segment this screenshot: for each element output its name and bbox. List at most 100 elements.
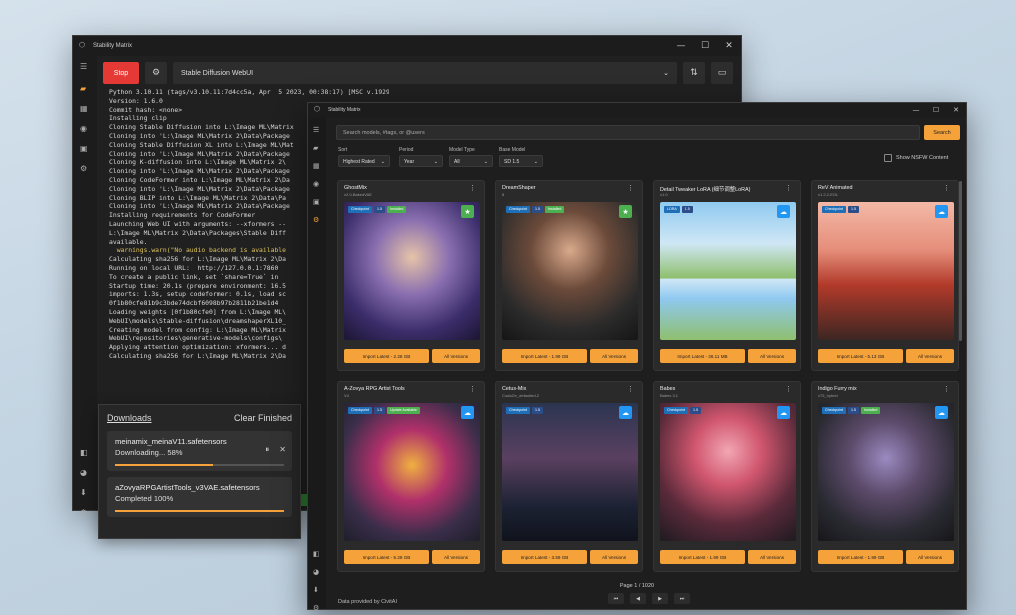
close-icon[interactable]: ✕ xyxy=(946,106,966,114)
cloud-download-icon[interactable]: ☁ xyxy=(777,406,790,419)
launch-options-gear-icon[interactable]: ⚙ xyxy=(145,62,167,84)
model-preview-image[interactable] xyxy=(344,202,480,340)
all-versions-button[interactable]: All Versions xyxy=(748,349,796,363)
model-tag: Installed xyxy=(544,206,565,213)
model-preview-image[interactable] xyxy=(660,202,796,340)
filter-value: SD 1.5 xyxy=(504,159,520,165)
maximize-icon[interactable]: ☐ xyxy=(926,106,946,114)
sidebar-item-settings-gear-icon[interactable]: ⚙ xyxy=(80,164,87,174)
pause-icon[interactable]: ⏸ xyxy=(265,445,269,455)
cloud-download-icon[interactable]: ☁ xyxy=(461,406,474,419)
more-options-icon[interactable]: ⋮ xyxy=(785,184,792,192)
first-page-button[interactable]: ⏮ xyxy=(608,593,624,604)
hamburger-menu-icon[interactable]: ☰ xyxy=(80,62,87,72)
nsfw-checkbox[interactable] xyxy=(884,154,892,162)
model-card[interactable]: ReV Animated v1.2.2-EOL ⋮ Checkpoint 1.5 … xyxy=(811,180,959,371)
cancel-download-icon[interactable]: ✕ xyxy=(279,445,286,455)
all-versions-button[interactable]: All Versions xyxy=(906,550,954,564)
base-model-filter[interactable]: Base Model SD 1.5 ⌄ xyxy=(499,147,543,167)
sidebar-item-launch[interactable]: ▰ xyxy=(80,84,86,94)
model-preview-image[interactable] xyxy=(660,403,796,541)
more-options-icon[interactable]: ⋮ xyxy=(469,385,476,393)
discord-icon[interactable]: ◕ xyxy=(313,567,319,577)
all-versions-button[interactable]: All Versions xyxy=(432,349,480,363)
more-options-icon[interactable]: ⋮ xyxy=(785,385,792,393)
search-input[interactable]: Search models, #tags, or @users xyxy=(336,125,920,140)
all-versions-button[interactable]: All Versions xyxy=(432,550,480,564)
cloud-download-icon[interactable]: ☁ xyxy=(777,205,790,218)
import-latest-button[interactable]: Import Latest - 3.59 GB xyxy=(502,550,587,564)
sidebar-item-model-browser[interactable]: ▣ xyxy=(80,144,88,154)
download-item: aZovyaRPGArtistTools_v3VAE.safetensors C… xyxy=(107,477,292,517)
all-versions-button[interactable]: All Versions xyxy=(906,349,954,363)
import-latest-button[interactable]: Import Latest - 1.99 GB xyxy=(818,550,903,564)
cloud-download-icon[interactable]: ☁ xyxy=(935,205,948,218)
import-latest-button[interactable]: Import Latest - 2.28 GB xyxy=(344,349,429,363)
package-select[interactable]: Stable Diffusion WebUI ⌄ xyxy=(173,62,677,84)
nsfw-toggle[interactable]: Show NSFW Content xyxy=(884,154,948,162)
model-preview-image[interactable] xyxy=(344,403,480,541)
prev-page-button[interactable]: ◀ xyxy=(630,593,646,604)
more-options-icon[interactable]: ⋮ xyxy=(943,184,950,192)
cloud-download-icon[interactable]: ☁ xyxy=(619,406,632,419)
settings-gear-icon[interactable]: ⚙ xyxy=(80,508,87,518)
import-latest-button[interactable]: Import Latest - 1.99 GB xyxy=(660,550,745,564)
search-button[interactable]: Search xyxy=(924,125,960,140)
sidebar-item-settings-gear-icon[interactable]: ⚙ xyxy=(313,215,319,225)
patreon-icon[interactable]: ◧ xyxy=(80,448,88,458)
model-version: v1.0 xyxy=(660,192,668,197)
discord-icon[interactable]: ◕ xyxy=(80,468,87,478)
model-card[interactable]: Indigo Furry mix v75_hybrid ⋮ Checkpoint… xyxy=(811,381,959,572)
settings-gear-icon[interactable]: ⚙ xyxy=(313,603,319,613)
model-card[interactable]: DreamShaper 8 ⋮ Checkpoint 1.5 Installed ★… xyxy=(495,180,643,371)
all-versions-button[interactable]: All Versions xyxy=(590,349,638,363)
minimize-icon[interactable]: — xyxy=(669,41,693,51)
model-card[interactable]: A-Zovya RPG Artist Tools V4 ⋮ Checkpoint… xyxy=(337,381,485,572)
sidebar-item-launch[interactable]: ▰ xyxy=(313,143,318,153)
download-icon[interactable]: ⬇ xyxy=(80,488,87,498)
more-options-icon[interactable]: ⋮ xyxy=(469,184,476,192)
import-latest-button[interactable]: Import Latest - 5.28 GB xyxy=(344,550,429,564)
scrollbar[interactable] xyxy=(959,181,962,341)
model-preview-image[interactable] xyxy=(818,403,954,541)
stop-button[interactable]: Stop xyxy=(103,62,139,84)
period-filter[interactable]: Period Year ⌄ xyxy=(399,147,443,167)
sidebar-item-checkpoints[interactable]: ◉ xyxy=(313,179,319,189)
clear-finished-button[interactable]: Clear Finished xyxy=(234,413,292,423)
minimize-icon[interactable]: — xyxy=(906,106,926,114)
model-preview-image[interactable] xyxy=(502,403,638,541)
all-versions-button[interactable]: All Versions xyxy=(590,550,638,564)
open-webui-icon[interactable]: ▭ xyxy=(711,62,733,84)
sidebar-item-packages[interactable]: ▦ xyxy=(80,104,88,114)
more-options-icon[interactable]: ⋮ xyxy=(627,184,634,192)
more-options-icon[interactable]: ⋮ xyxy=(943,385,950,393)
more-options-icon[interactable]: ⋮ xyxy=(627,385,634,393)
model-card[interactable]: Babes Babes 3.1 ⋮ Checkpoint 1.5 ☁ Import… xyxy=(653,381,801,572)
swap-icon[interactable]: ⇅ xyxy=(683,62,705,84)
last-page-button[interactable]: ⏭ xyxy=(674,593,690,604)
import-latest-button[interactable]: Import Latest - 36.11 MB xyxy=(660,349,745,363)
sidebar-item-model-browser[interactable]: ▣ xyxy=(313,197,320,207)
sidebar-item-checkpoints[interactable]: ◉ xyxy=(80,124,87,134)
model-type-filter[interactable]: Model Type All ⌄ xyxy=(449,147,493,167)
hamburger-menu-icon[interactable]: ☰ xyxy=(313,125,319,135)
sidebar-item-packages[interactable]: ▦ xyxy=(313,161,320,171)
installed-star-icon[interactable]: ★ xyxy=(619,205,632,218)
model-preview-image[interactable] xyxy=(818,202,954,340)
model-title: A-Zovya RPG Artist Tools xyxy=(344,386,405,392)
next-page-button[interactable]: ▶ xyxy=(652,593,668,604)
model-card[interactable]: Cetus-Mix Coda2/v_defaulted-2 ⋮ Checkpoi… xyxy=(495,381,643,572)
import-latest-button[interactable]: Import Latest - 1.99 GB xyxy=(502,349,587,363)
model-card[interactable]: GhostMix v2.0-BakedVAE ⋮ Checkpoint 1.5 In… xyxy=(337,180,485,371)
sort-filter[interactable]: Sort Highest Rated ⌄ xyxy=(338,147,390,167)
patreon-icon[interactable]: ◧ xyxy=(313,549,320,559)
model-version: V4 xyxy=(344,393,349,398)
model-preview-image[interactable] xyxy=(502,202,638,340)
cloud-download-icon[interactable]: ☁ xyxy=(935,406,948,419)
close-icon[interactable]: ✕ xyxy=(717,41,741,51)
maximize-icon[interactable]: ☐ xyxy=(693,41,717,51)
installed-star-icon[interactable]: ★ xyxy=(461,205,474,218)
model-card[interactable]: Detail Tweaker LoRA (细节调整LoRA) v1.0 ⋮ LO… xyxy=(653,180,801,371)
import-latest-button[interactable]: Import Latest - 5.13 GB xyxy=(818,349,903,363)
all-versions-button[interactable]: All Versions xyxy=(748,550,796,564)
